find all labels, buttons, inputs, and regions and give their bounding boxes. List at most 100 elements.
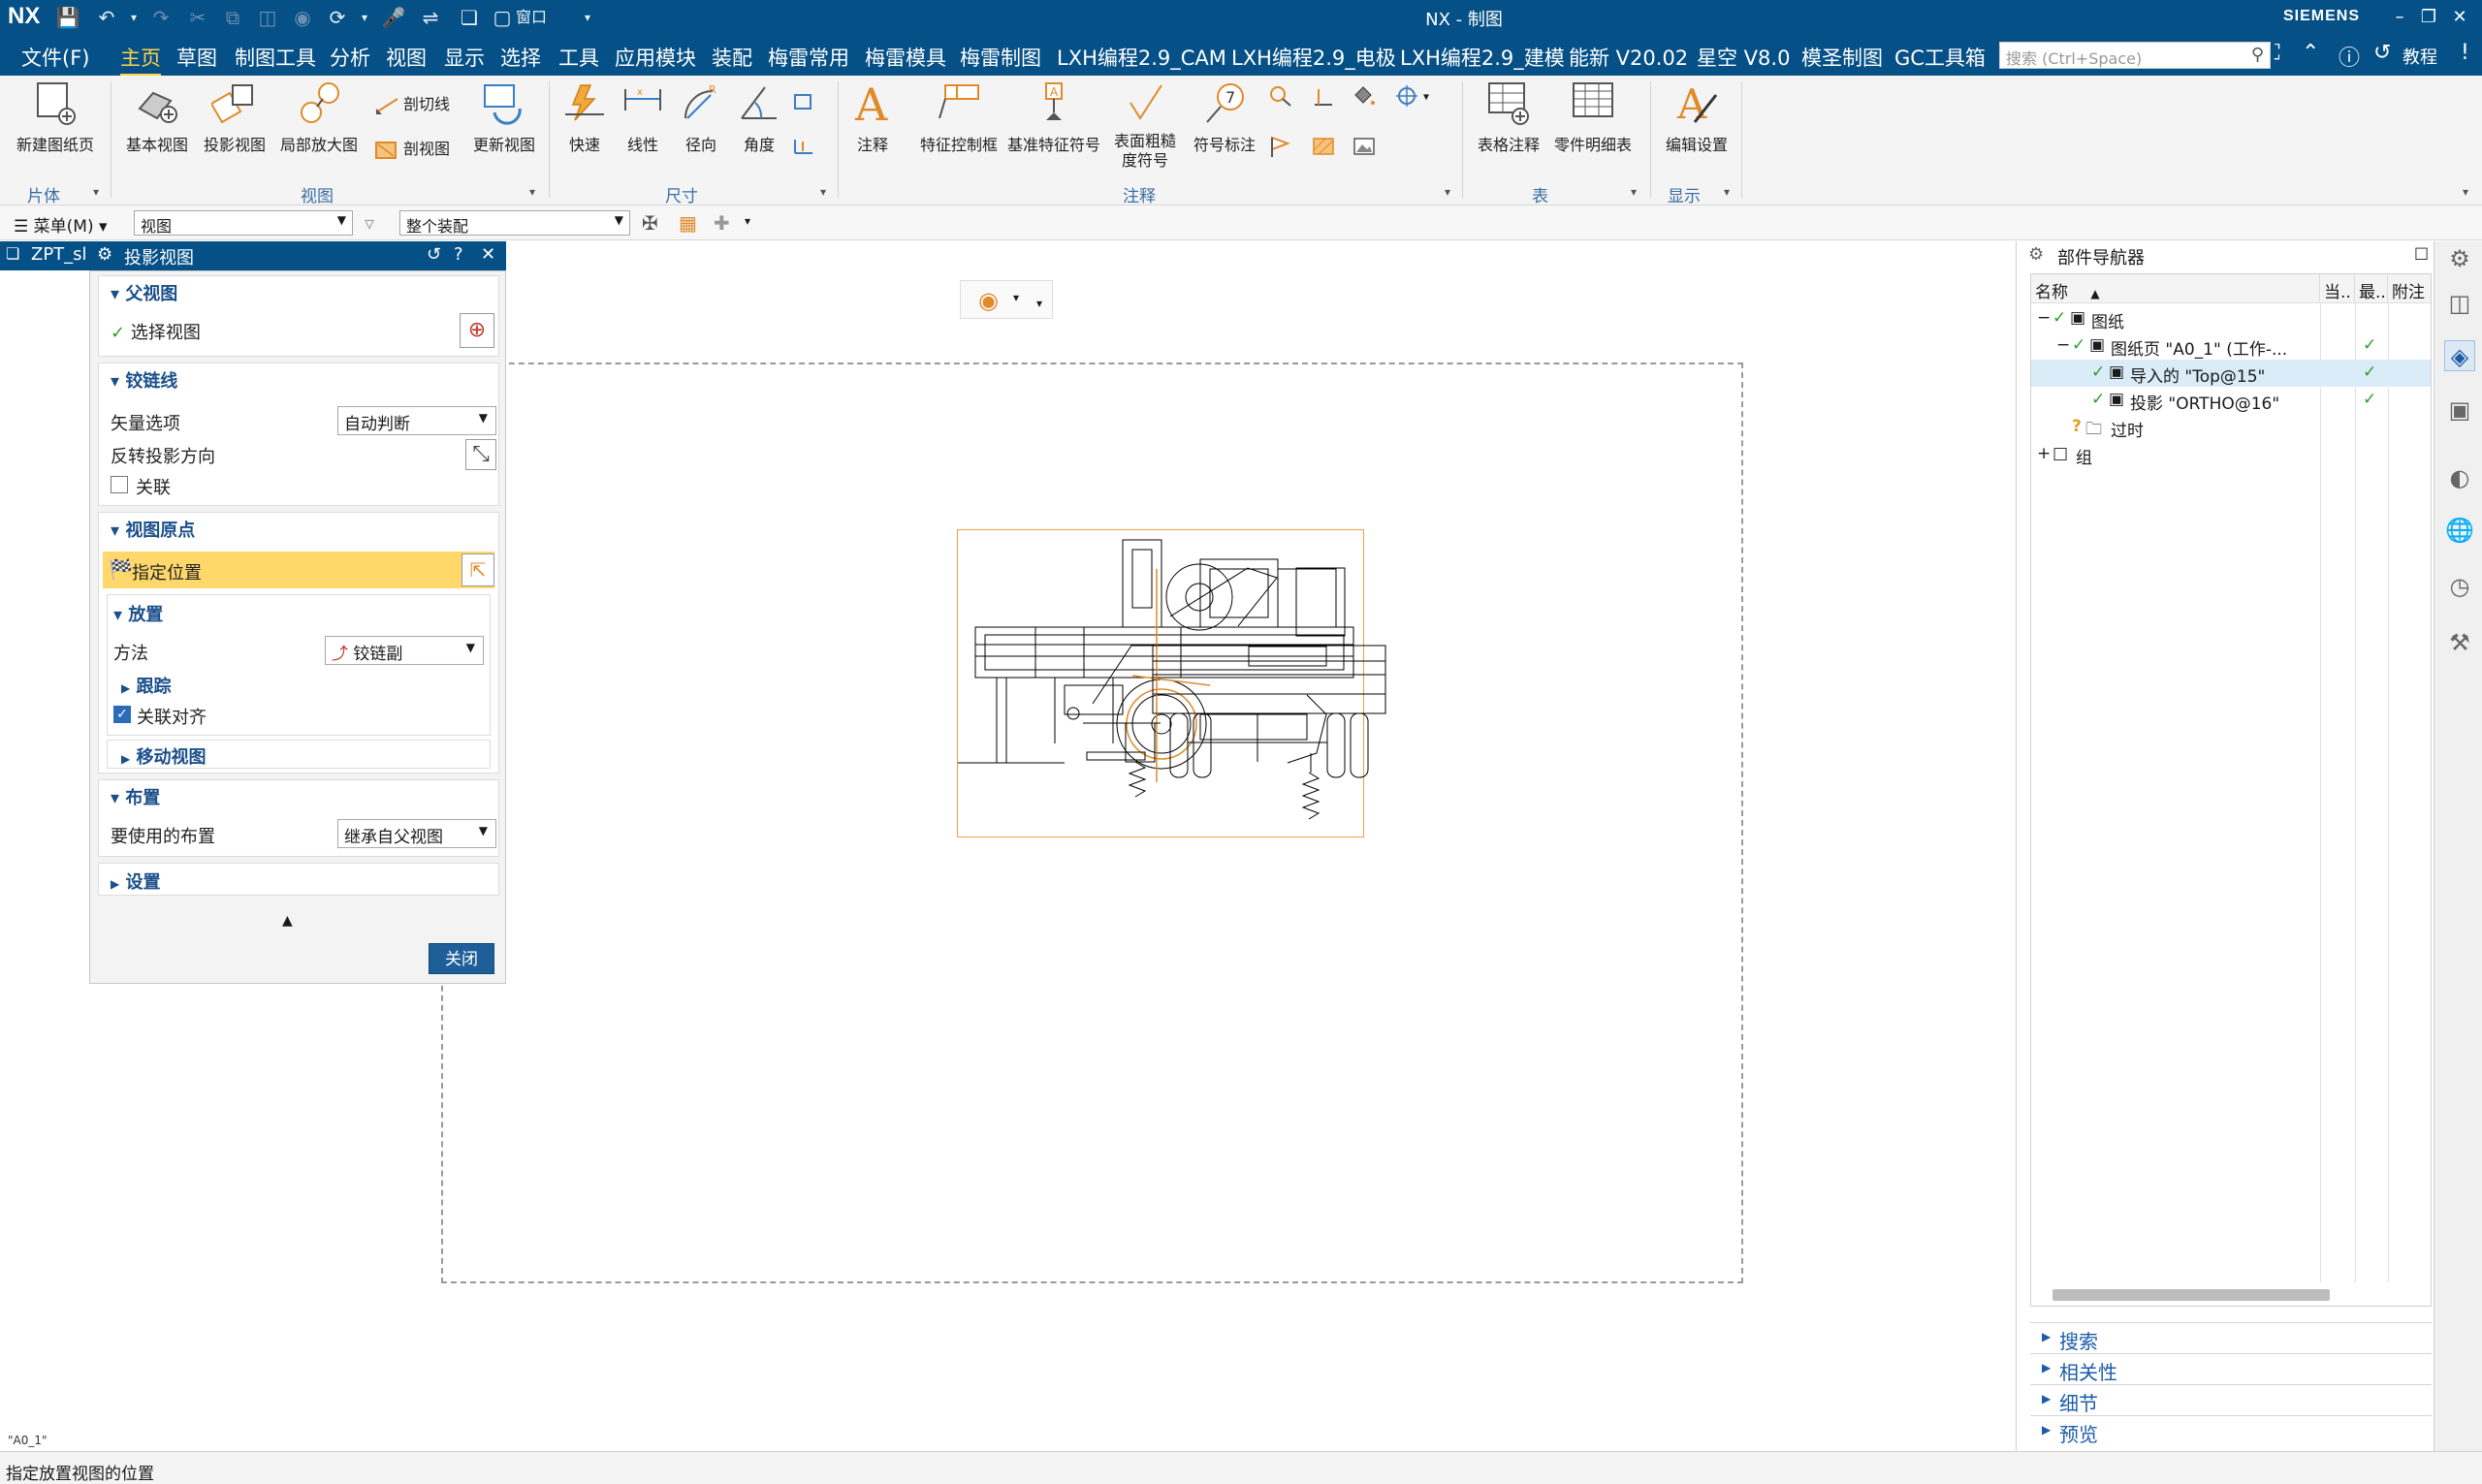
window-menu-dropdown-icon[interactable]: ▾ (574, 4, 601, 31)
collapse-dialog-icon[interactable]: ▲ (282, 913, 293, 929)
hinge-line-header[interactable]: ▾ 铰链线 (111, 367, 177, 393)
close-button[interactable]: 关闭 (429, 943, 494, 974)
dialog-close-icon[interactable]: ✕ (481, 244, 495, 265)
navigator-section-dependencies[interactable]: ▶ 相关性 (2030, 1353, 2432, 1384)
tab-view[interactable]: 视图 (386, 43, 427, 72)
projected-view-button[interactable]: 投影视图 (198, 79, 271, 155)
reuse-library-icon[interactable]: ◐ (2444, 462, 2475, 493)
copy-icon[interactable]: ⧉ (219, 4, 246, 31)
tab-gc-toolbox[interactable]: GC工具箱 (1894, 43, 1986, 72)
tab-lxh-modeling[interactable]: LXH编程2.9_建模 (1400, 43, 1565, 72)
command-finder-icon[interactable]: ⇌ (417, 4, 444, 31)
column-notes[interactable]: 附注 (2388, 274, 2431, 303)
method-select[interactable]: ⤴ 铰链副 ▼ (325, 636, 484, 665)
layout-select[interactable]: 继承自父视图 ▼ (337, 819, 496, 848)
feature-control-frame-button[interactable]: 特征控制框 (906, 79, 1012, 155)
hatch-button[interactable] (1311, 136, 1340, 157)
menu-button[interactable]: ☰ 菜单(M) ▾ (14, 212, 108, 237)
selbar-dropdown-icon[interactable]: ▾ (745, 214, 750, 228)
tab-applications[interactable]: 应用模块 (615, 43, 696, 72)
parts-list-button[interactable]: 零件明细表 (1549, 79, 1637, 155)
minimize-button[interactable]: – (2385, 4, 2414, 31)
tree-node-out-of-date[interactable]: ? 🗀 过时 (2031, 414, 2431, 441)
web-browser-icon[interactable]: 🌐 (2444, 515, 2475, 546)
new-sheet-button[interactable]: 新建图纸页 (12, 79, 99, 155)
collapse-icon[interactable]: − (2037, 308, 2051, 328)
assoc-align-checkbox[interactable]: ✓ (113, 706, 131, 723)
detail-view-button[interactable]: 局部放大图 (275, 79, 363, 155)
part-tab[interactable]: ZPT_sl (31, 244, 87, 265)
help-icon[interactable]: ⓘ (2339, 41, 2360, 72)
view-triad-toolbar[interactable]: ◉ ▾ ▾ (960, 280, 1053, 319)
tab-nengxin[interactable]: 能新 V20.02 (1569, 43, 1688, 72)
tab-tools[interactable]: 工具 (558, 43, 599, 72)
constraint-navigator-icon[interactable]: ▣ (2444, 395, 2475, 426)
close-window-button[interactable]: ✕ (2445, 4, 2474, 31)
toolbar-more-icon[interactable]: ▾ (1036, 297, 1042, 310)
tab-lxh-cam[interactable]: LXH编程2.9_CAM (1057, 43, 1226, 72)
window-icon[interactable]: ▢ (493, 4, 512, 31)
menu-file[interactable]: 文件(F) (21, 43, 89, 72)
fill-button[interactable] (1352, 85, 1381, 107)
tab-meilei-mold[interactable]: 梅雷模具 (865, 43, 946, 72)
repeat-command-icon[interactable]: ⟳ (324, 4, 351, 31)
tab-home[interactable]: 主页 (120, 43, 161, 77)
fullscreen-icon[interactable]: ⛶ (2265, 41, 2279, 65)
tab-meilei-drafting[interactable]: 梅雷制图 (960, 43, 1041, 72)
select-view-icon[interactable]: ⊕ (460, 313, 494, 348)
collapse-icon[interactable]: − (2056, 335, 2070, 355)
snap-point-icon[interactable]: ✠ (642, 211, 658, 235)
layout-header[interactable]: ▾ 布置 (111, 784, 160, 809)
parent-view-header[interactable]: ▾ 父视图 (111, 280, 177, 305)
tab-analysis[interactable]: 分析 (330, 43, 370, 72)
navigator-section-details[interactable]: ▶ 细节 (2030, 1384, 2432, 1415)
navigator-section-search[interactable]: ▶ 搜索 (2030, 1322, 2432, 1353)
note-button[interactable]: A 注释 (845, 79, 900, 155)
tab-sketch[interactable]: 草图 (176, 43, 217, 72)
group-table-dropdown-icon[interactable]: ▾ (1631, 185, 1637, 199)
tutorial-icon[interactable]: ↺ (2373, 41, 2391, 65)
tab-drafting-tools[interactable]: 制图工具 (235, 43, 316, 72)
column-latest[interactable]: 最.. (2355, 274, 2388, 303)
surface-finish-button[interactable]: 表面粗糙度符号 (1109, 79, 1187, 171)
balloon-button[interactable]: 7 符号标注 (1187, 79, 1262, 155)
tree-node-sheet[interactable]: − ✓ ▣ 图纸页 "A0_1" (工作-... ✓ (2031, 332, 2431, 360)
cut-icon[interactable]: ✂ (184, 4, 211, 31)
center-mark-dropdown-icon[interactable]: ▾ (1423, 90, 1429, 104)
reset-icon[interactable]: ↺ (427, 244, 441, 265)
base-view-button[interactable]: 基本视图 (120, 79, 194, 155)
ordinate-dimension-button[interactable] (791, 136, 820, 157)
collapse-ribbon-icon[interactable]: ⌃ (2302, 41, 2319, 65)
placement-header[interactable]: ▾ 放置 (113, 601, 163, 626)
view-origin-header[interactable]: ▾ 视图原点 (111, 517, 195, 542)
tab-select[interactable]: 选择 (500, 43, 541, 72)
group-display-dropdown-icon[interactable]: ▾ (1724, 185, 1730, 199)
tab-assemblies[interactable]: 装配 (712, 43, 752, 72)
center-mark-button[interactable]: ▾ (1394, 85, 1429, 107)
section-view-button[interactable]: 剖视图 (374, 136, 450, 161)
scope-select[interactable]: 整个装配 ▼ (399, 210, 630, 236)
radial-dimension-button[interactable]: R 径向 (673, 79, 729, 155)
column-current[interactable]: 当.. (2320, 274, 2355, 303)
expand-icon[interactable]: + (2037, 444, 2051, 463)
angular-dimension-button[interactable]: 角度 (731, 79, 787, 155)
target-point-button[interactable] (1311, 85, 1340, 107)
edit-settings-button[interactable]: A 编辑设置 (1658, 79, 1735, 155)
redo-icon[interactable]: ↷ (147, 4, 175, 31)
snap-point-icon[interactable]: ◉ (978, 287, 999, 314)
tab-xingkong[interactable]: 星空 V8.0 (1697, 43, 1790, 72)
restore-button[interactable]: ❐ (2414, 4, 2443, 31)
point-dialog-icon[interactable]: ⇱ (461, 553, 494, 586)
datum-target-button[interactable] (1268, 136, 1297, 157)
switch-window-icon[interactable]: ❏ (456, 4, 483, 31)
filter-icon[interactable]: ▿ (365, 211, 374, 235)
part-navigator-tab-icon[interactable]: ◈ (2444, 340, 2475, 371)
tab-display[interactable]: 显示 (444, 43, 485, 72)
undo-icon[interactable]: ↶ (93, 4, 120, 31)
section-line-button[interactable]: 剖切线 (374, 91, 450, 116)
touch-mode-icon[interactable]: ◉ (289, 4, 316, 31)
command-search-input[interactable]: 搜索 (Ctrl+Space) ⚲ (1999, 42, 2271, 69)
update-view-button[interactable]: 更新视图 (467, 79, 541, 155)
linear-dimension-button[interactable]: x 线性 (615, 79, 671, 155)
magnify-note-button[interactable] (1268, 85, 1297, 107)
